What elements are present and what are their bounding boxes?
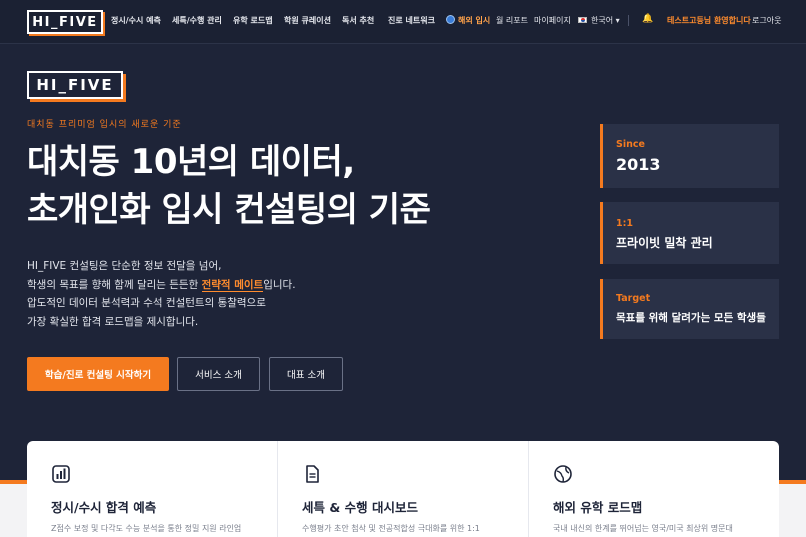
start-consulting-button[interactable]: 학습/진로 컨설팅 시작하기 [27, 357, 169, 391]
hero-title: 대치동 10년의 데이터, 초개인화 입시 컨설팅의 기준 [27, 138, 431, 234]
language-select[interactable]: 한국어 ▾ [591, 15, 620, 26]
stat-value: 목표를 위해 달려가는 모든 학생들 [616, 312, 766, 324]
nav-divider [628, 15, 629, 26]
hero-desc-line4: 가장 확실한 합격 로드맵을 제시합니다. [27, 315, 199, 328]
hero-eyebrow: 대치동 프리미엄 입시의 새로운 기준 [27, 120, 182, 130]
nav-item-mypage[interactable]: 마이페이지 [534, 15, 571, 26]
nav-item-reading[interactable]: 독서 추천 [342, 15, 374, 26]
stat-card-private: 1:1 프라이빗 밀착 관리 [600, 202, 779, 264]
hero-desc-highlight: 전략적 메이트 [201, 278, 264, 292]
hero-desc-line2-post: 입니다. [263, 278, 296, 291]
stat-card-since: Since 2013 [600, 124, 779, 188]
nav-logo[interactable]: HI_FIVE [27, 10, 103, 34]
nav-item-report[interactable]: 월 리포트 [496, 15, 528, 26]
hero-title-line1: 대치동 10년의 데이터, [27, 142, 355, 182]
hero-title-line2: 초개인화 입시 컨설팅의 기준 [27, 190, 431, 230]
hero-desc-line2: 학생의 목표를 향해 함께 달리는 든든한 전략적 메이트입니다. [27, 276, 296, 295]
bell-icon[interactable]: 🔔 [642, 14, 653, 24]
feature-desc: 수행평가 초안 첨삭 및 전공적합성 극대화를 위한 1:1 [302, 524, 480, 533]
feature-cards: 정시/수시 합격 예측 Z점수 보정 및 다각도 수능 분석을 통한 정밀 지원… [27, 441, 779, 537]
document-icon [306, 465, 319, 483]
feature-desc: Z점수 보정 및 다각도 수능 분석을 통한 정밀 지원 라인업 [51, 524, 242, 533]
top-nav: HI_FIVE 정시/수시 예측 세특/수행 관리 유학 로드맵 학원 큐레이션… [0, 0, 806, 44]
nav-item-admission-prediction[interactable]: 정시/수시 예측 [111, 15, 161, 26]
nav-item-record-management[interactable]: 세특/수행 관리 [172, 15, 222, 26]
feature-desc: 국내 내신의 한계를 뛰어넘는 영국/미국 최상위 명문대 [553, 524, 733, 533]
stat-value: 프라이빗 밀착 관리 [616, 236, 713, 250]
welcome-text: 테스트고등님 환영합니다 [667, 16, 751, 25]
korea-flag-icon [578, 17, 587, 23]
feature-card-dashboard[interactable]: 세특 & 수행 대시보드 수행평가 초안 첨삭 및 전공적합성 극대화를 위한 … [278, 441, 529, 537]
ceo-intro-button[interactable]: 대표 소개 [269, 357, 343, 391]
feature-title: 정시/수시 합격 예측 [51, 500, 157, 515]
feature-card-prediction[interactable]: 정시/수시 합격 예측 Z점수 보정 및 다각도 수능 분석을 통한 정밀 지원… [27, 441, 278, 537]
stat-value: 2013 [616, 155, 661, 174]
hero-description: HI_FIVE 컨설팅은 단순한 정보 전달을 넘어, 학생의 목표를 향해 함… [27, 257, 296, 331]
logout-link[interactable]: 로그아웃 [752, 15, 781, 26]
hero-desc-line3: 압도적인 데이터 분석력과 수석 컨설턴트의 통찰력으로 [27, 297, 266, 309]
service-intro-button[interactable]: 서비스 소개 [177, 357, 260, 391]
feature-card-abroad[interactable]: 해외 유학 로드맵 국내 내신의 한계를 뛰어넘는 영국/미국 최상위 명문대 [529, 441, 779, 537]
hero-logo: HI_FIVE [27, 71, 123, 99]
globe-icon [554, 465, 572, 483]
feature-title: 세특 & 수행 대시보드 [302, 500, 418, 515]
nav-item-study-abroad[interactable]: 유학 로드맵 [233, 15, 273, 26]
nav-item-overseas[interactable]: 해외 입시 [458, 15, 490, 26]
hero-desc-line2-pre: 학생의 목표를 향해 함께 달리는 든든한 [27, 278, 202, 291]
stat-label: Since [616, 139, 645, 150]
nav-item-academy-curation[interactable]: 학원 큐레이션 [284, 15, 331, 26]
bar-chart-icon [52, 465, 70, 483]
globe-icon [446, 15, 455, 24]
stat-label: Target [616, 293, 651, 304]
feature-title: 해외 유학 로드맵 [553, 500, 643, 515]
hero-desc-line1: HI_FIVE 컨설팅은 단순한 정보 전달을 넘어, [27, 260, 222, 272]
nav-item-career-network[interactable]: 진로 네트워크 [388, 15, 435, 26]
stat-label: 1:1 [616, 218, 634, 229]
stat-card-target: Target 목표를 위해 달려가는 모든 학생들 [600, 279, 779, 339]
